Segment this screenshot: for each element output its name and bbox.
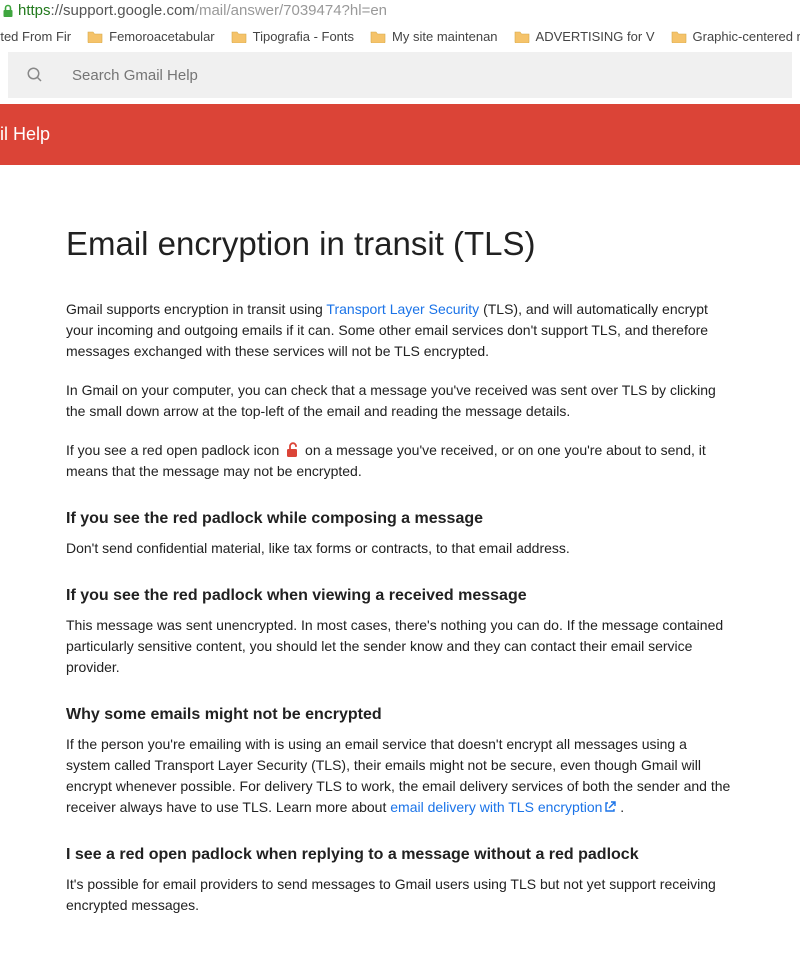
paragraph: It's possible for email providers to sen… bbox=[66, 874, 734, 916]
folder-icon bbox=[87, 30, 103, 43]
bookmark-label: rted From Fir bbox=[0, 29, 71, 44]
bookmark-item[interactable]: My site maintenan bbox=[370, 29, 498, 44]
bookmark-item[interactable]: ADVERTISING for V bbox=[514, 29, 655, 44]
url-text[interactable]: https://support.google.com/mail/answer/7… bbox=[18, 2, 387, 19]
bookmark-label: Graphic-centered r bbox=[693, 29, 800, 44]
link-tls[interactable]: Transport Layer Security bbox=[326, 301, 479, 317]
text: If you see a red open padlock icon bbox=[66, 442, 283, 458]
folder-icon bbox=[231, 30, 247, 43]
url-host: ://support.google.com bbox=[51, 2, 195, 19]
paragraph: If the person you're emailing with is us… bbox=[66, 734, 734, 818]
bookmark-label: ADVERTISING for V bbox=[536, 29, 655, 44]
text: . bbox=[616, 799, 624, 815]
lock-icon bbox=[2, 4, 14, 18]
paragraph: Gmail supports encryption in transit usi… bbox=[66, 299, 734, 362]
section-heading: If you see the red padlock while composi… bbox=[66, 510, 734, 528]
search-input[interactable] bbox=[72, 67, 774, 84]
folder-icon bbox=[671, 30, 687, 43]
section-heading: I see a red open padlock when replying t… bbox=[66, 846, 734, 864]
url-scheme: https bbox=[18, 2, 51, 19]
folder-icon bbox=[370, 30, 386, 43]
section-heading: If you see the red padlock when viewing … bbox=[66, 587, 734, 605]
paragraph: This message was sent unencrypted. In mo… bbox=[66, 615, 734, 678]
page-title: Email encryption in transit (TLS) bbox=[66, 225, 734, 263]
bookmark-item[interactable]: Femoroacetabular bbox=[87, 29, 215, 44]
bookmark-item[interactable]: Tipografia - Fonts bbox=[231, 29, 354, 44]
bookmark-label: My site maintenan bbox=[392, 29, 498, 44]
folder-icon bbox=[514, 30, 530, 43]
bookmark-item[interactable]: rted From Fir bbox=[0, 29, 71, 44]
page-header-banner: il Help bbox=[0, 104, 800, 165]
paragraph: Don't send confidential material, like t… bbox=[66, 538, 734, 559]
search-box[interactable] bbox=[8, 52, 792, 98]
link-text: email delivery with TLS encryption bbox=[390, 799, 602, 815]
external-link-icon bbox=[604, 801, 616, 813]
bookmark-label: Femoroacetabular bbox=[109, 29, 215, 44]
banner-title: il Help bbox=[0, 124, 800, 145]
search-icon bbox=[26, 66, 44, 84]
paragraph: If you see a red open padlock icon on a … bbox=[66, 440, 734, 482]
bookmarks-bar: rted From Fir Femoroacetabular Tipografi… bbox=[0, 25, 800, 52]
bookmark-label: Tipografia - Fonts bbox=[253, 29, 354, 44]
url-path: /mail/answer/7039474?hl=en bbox=[195, 2, 387, 19]
open-padlock-icon bbox=[285, 442, 299, 458]
section-heading: Why some emails might not be encrypted bbox=[66, 706, 734, 724]
link-tls-delivery[interactable]: email delivery with TLS encryption bbox=[390, 799, 616, 815]
bookmark-item[interactable]: Graphic-centered r bbox=[671, 29, 800, 44]
article: Email encryption in transit (TLS) Gmail … bbox=[10, 165, 790, 954]
text: Gmail supports encryption in transit usi… bbox=[66, 301, 326, 317]
address-bar: https://support.google.com/mail/answer/7… bbox=[0, 0, 800, 25]
paragraph: In Gmail on your computer, you can check… bbox=[66, 380, 734, 422]
